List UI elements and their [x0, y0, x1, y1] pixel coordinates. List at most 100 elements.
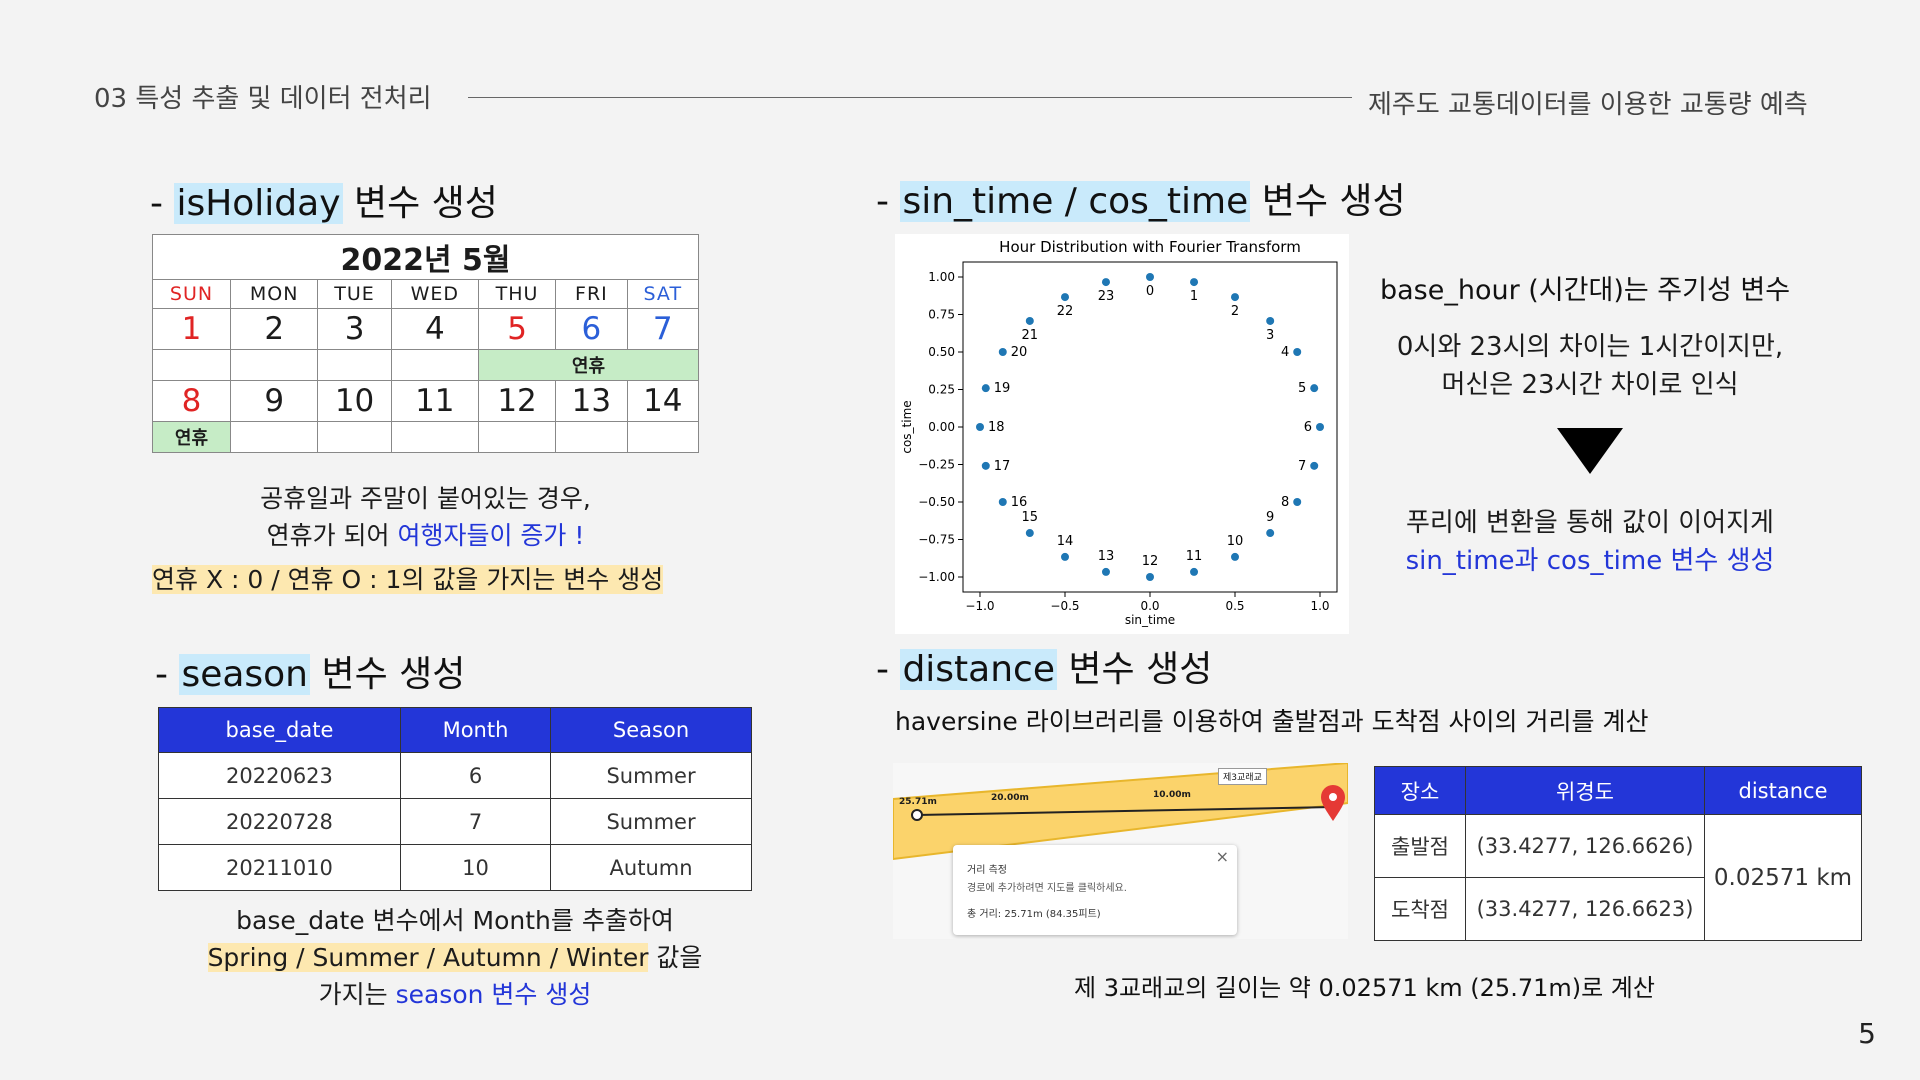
data-point: [1061, 293, 1069, 302]
calendar-empty-cell: [390, 349, 479, 381]
heading-suffix: 변수 생성: [1250, 181, 1406, 222]
point-label: 21: [1022, 328, 1039, 343]
explain-title: base_hour (시간대)는 주기성 변수: [1380, 275, 1791, 306]
table-cell: 20211010: [158, 844, 401, 891]
data-point: [981, 461, 990, 470]
x-tick-label: 0.0: [1140, 599, 1159, 613]
point-label: 5: [1298, 381, 1306, 396]
calendar-day: 14: [626, 380, 700, 422]
desc-line: 공휴일과 주말이 붙어있는 경우,: [260, 484, 591, 513]
holiday-rule-text: 연휴 X : 0 / 연휴 O : 1의 값을 가지는 변수 생성: [152, 565, 664, 594]
calendar-day: 10: [317, 380, 392, 422]
holiday-rule: 연휴 X : 0 / 연휴 O : 1의 값을 가지는 변수 생성: [152, 560, 712, 596]
y-tick-label: 0.25: [928, 383, 955, 397]
heading-keyword: isHoliday: [174, 183, 343, 224]
x-tick-label: −0.5: [1050, 599, 1079, 613]
popup-title: 거리 측정: [967, 865, 1007, 876]
point-label: 11: [1186, 549, 1203, 564]
y-tick-label: −0.50: [918, 495, 955, 509]
point-label: 15: [1022, 510, 1039, 525]
data-point: [1146, 273, 1154, 281]
close-icon[interactable]: ×: [1216, 847, 1229, 866]
heading-prefix: -: [155, 654, 180, 695]
map-label-start: 25.71m: [899, 797, 937, 807]
data-point: [1293, 348, 1302, 356]
season-description: base_date 변수에서 Month를 추출하여 Spring / Summ…: [140, 902, 770, 1013]
y-axis-label: cos_time: [900, 400, 914, 453]
distance-conclusion: 제 3교래교의 길이는 약 0.02571 km (25.71m)로 계산: [1074, 974, 1655, 1002]
table-cell: 도착점: [1374, 877, 1466, 941]
desc-text: 가지는: [318, 980, 396, 1009]
weekday-header: WED: [390, 279, 479, 309]
distance-table: 장소 위경도 distance 출발점 (33.4277, 126.6626) …: [1374, 766, 1862, 941]
calendar-day: 8: [152, 380, 231, 422]
point-label: 23: [1098, 289, 1115, 304]
map-pin-dot: [1329, 793, 1337, 801]
point-label: 10: [1227, 534, 1244, 549]
measure-popup: 거리 측정 경로에 추가하려면 지도를 클릭하세요. 총 거리: 25.71m …: [953, 845, 1237, 935]
data-point: [998, 498, 1007, 506]
data-point: [1025, 529, 1034, 538]
distance-value: 0.02571 km: [1704, 814, 1862, 941]
calendar-empty-cell: [477, 421, 557, 453]
weekday-header: SUN: [152, 279, 231, 309]
data-point: [1061, 552, 1069, 561]
popup-total: 총 거리: 25.71m (84.35피트): [967, 909, 1101, 920]
holiday-label: 연휴: [152, 421, 231, 453]
desc-text: 값을: [648, 943, 703, 972]
point-label: 14: [1057, 534, 1074, 549]
heading-suffix: 변수 생성: [342, 183, 498, 224]
explain-line: 0시와 23시의 차이는 1시간이지만,: [1396, 332, 1784, 362]
data-point: [1101, 567, 1110, 576]
point-label: 0: [1146, 284, 1154, 299]
desc-line: base_date 변수에서 Month를 추출하여: [236, 906, 674, 935]
page-number: 5: [1858, 1017, 1876, 1050]
calendar-day: 2: [229, 308, 319, 350]
sincos-heading: - sin_time / cos_time 변수 생성: [876, 172, 1406, 224]
weekday-header: SAT: [626, 279, 700, 309]
data-point: [1146, 573, 1154, 581]
explain-line: 머신은 23시간 차이로 인식: [1441, 370, 1739, 400]
desc-line: Spring / Summer / Autumn / Winter 값을: [140, 939, 770, 976]
header-divider: [468, 97, 1352, 98]
point-label: 7: [1298, 459, 1306, 474]
y-tick-label: 0.75: [928, 308, 955, 322]
weekday-header: FRI: [555, 279, 628, 309]
desc-line: 연휴가 되어 여행자들이 증가 !: [152, 517, 699, 554]
point-label: 12: [1142, 554, 1159, 569]
table-cell: 7: [399, 798, 552, 845]
data-point: [1025, 316, 1034, 325]
table-header: distance: [1704, 766, 1862, 815]
result-line: 푸리에 변환을 통해 값이 이어지게: [1406, 508, 1774, 538]
calendar-empty-cell: [317, 349, 392, 381]
y-tick-label: −0.25: [918, 458, 955, 472]
point-label: 19: [994, 381, 1011, 396]
data-point: [1101, 278, 1110, 287]
bridge-label: 제3교래교: [1218, 768, 1267, 785]
table-cell: 20220728: [158, 798, 401, 845]
result-text: 푸리에 변환을 통해 값이 이어지게 sin_time과 cos_time 변수…: [1360, 504, 1820, 580]
desc-text: 연휴가 되어: [266, 521, 398, 550]
point-label: 17: [994, 459, 1011, 474]
weekday-header: THU: [477, 279, 557, 309]
season-heading: - season 변수 생성: [155, 645, 465, 697]
holiday-label: 연휴: [477, 349, 700, 381]
point-label: 22: [1057, 304, 1074, 319]
x-axis-label: sin_time: [1125, 613, 1175, 627]
data-point: [1266, 529, 1275, 538]
calendar-day: 4: [390, 308, 479, 350]
season-table: base_date Month Season 20220623 6 Summer…: [158, 707, 752, 891]
data-point: [998, 348, 1007, 356]
table-row: 20220728 7 Summer: [158, 798, 752, 845]
calendar-empty-cell: [229, 421, 319, 453]
down-arrow-icon: [1557, 428, 1623, 474]
table-header: base_date: [158, 707, 401, 753]
isholiday-heading: - isHoliday 변수 생성: [150, 174, 498, 226]
data-point: [976, 423, 984, 431]
calendar-day: 3: [317, 308, 392, 350]
point-label: 2: [1231, 304, 1239, 319]
heading-prefix: -: [150, 183, 175, 224]
calendar-day: 1: [152, 308, 231, 350]
heading-prefix: -: [876, 649, 901, 690]
calendar-day: 11: [390, 380, 479, 422]
